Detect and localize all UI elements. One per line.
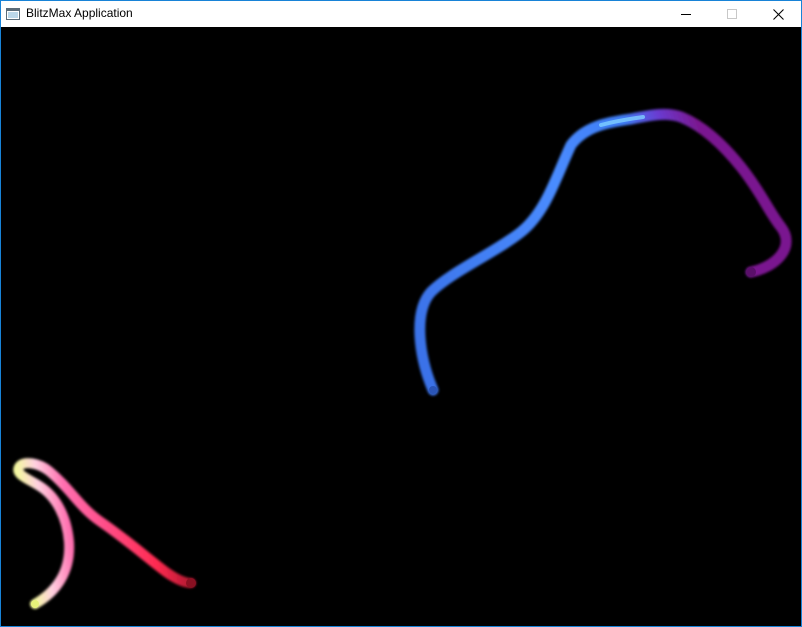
app-window: BlitzMax Application xyxy=(0,0,802,627)
minimize-button[interactable] xyxy=(663,1,709,27)
maximize-icon xyxy=(727,9,737,19)
game-canvas[interactable] xyxy=(1,27,801,626)
app-window-icon xyxy=(6,8,20,20)
close-button[interactable] xyxy=(755,1,801,27)
blue-trail xyxy=(414,108,792,396)
close-icon xyxy=(772,8,784,20)
maximize-button[interactable] xyxy=(709,1,755,27)
title-bar[interactable]: BlitzMax Application xyxy=(1,1,801,27)
render-surface xyxy=(13,108,792,609)
minimize-icon xyxy=(681,14,691,15)
pink-trail xyxy=(13,458,196,609)
window-title: BlitzMax Application xyxy=(26,6,133,20)
